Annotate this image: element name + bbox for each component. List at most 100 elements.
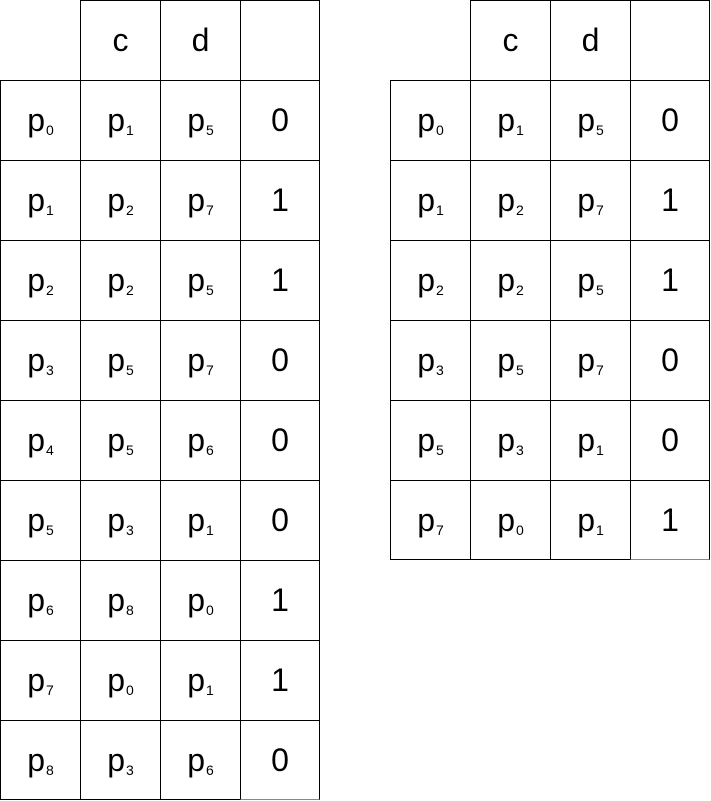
- state-subscript: 2: [126, 282, 134, 298]
- transition-cell-d: p6: [160, 720, 240, 800]
- state-symbol: p: [577, 262, 595, 298]
- dfa-table-original: c d p0 p1 p5 0 p1 p2 p7 1 p2 p2 p5 1 p3 p5 p7 0 p4 p5 p6 0 p5 p…: [0, 0, 320, 800]
- state-symbol: p: [187, 182, 205, 218]
- state-symbol: p: [107, 502, 125, 538]
- state-cell: p3: [0, 320, 80, 400]
- state-cell: p7: [390, 480, 470, 560]
- accept-flag-cell: 1: [240, 560, 320, 640]
- state-symbol: p: [497, 102, 515, 138]
- state-subscript: 2: [46, 282, 54, 298]
- state-symbol: p: [417, 501, 435, 538]
- transition-cell-d: p6: [160, 400, 240, 480]
- state-symbol: p: [417, 422, 435, 458]
- state-subscript: 0: [46, 122, 54, 138]
- state-cell: p7: [0, 640, 80, 720]
- accept-flag-cell: 0: [240, 720, 320, 800]
- state-symbol: p: [27, 502, 45, 538]
- state-subscript: 1: [516, 122, 524, 138]
- state-subscript: 0: [206, 602, 214, 618]
- accept-flag-cell: 1: [240, 640, 320, 720]
- state-subscript: 2: [436, 282, 444, 298]
- state-subscript: 5: [126, 362, 134, 378]
- table-row: p3 p5 p7 0: [390, 320, 710, 400]
- transition-cell-c: p3: [470, 400, 550, 480]
- state-subscript: 3: [46, 362, 54, 378]
- state-symbol: p: [417, 102, 435, 138]
- state-symbol: p: [107, 422, 125, 458]
- state-subscript: 8: [126, 602, 134, 618]
- state-subscript: 4: [46, 442, 54, 458]
- table-row: p7 p0 p1 1: [390, 480, 710, 560]
- state-subscript: 0: [436, 122, 444, 138]
- state-subscript: 5: [206, 282, 214, 298]
- transition-cell-c: p5: [470, 320, 550, 400]
- accept-flag-cell: 1: [240, 240, 320, 320]
- accept-flag-cell: 0: [240, 480, 320, 560]
- state-symbol: p: [107, 741, 125, 778]
- corner-cell: [0, 0, 80, 80]
- state-symbol: p: [187, 662, 205, 698]
- transition-cell-d: p0: [160, 560, 240, 640]
- state-symbol: p: [417, 182, 435, 218]
- transition-cell-d: p7: [160, 320, 240, 400]
- state-symbol: p: [27, 182, 45, 218]
- column-header-c: c: [470, 0, 550, 80]
- transition-cell-c: p3: [80, 720, 160, 800]
- accept-flag-cell: 1: [630, 480, 710, 560]
- state-symbol: p: [417, 342, 435, 378]
- state-symbol: p: [107, 182, 125, 218]
- state-symbol: p: [27, 102, 45, 138]
- column-header-d: d: [160, 0, 240, 80]
- accept-flag-cell: 1: [630, 160, 710, 240]
- transition-cell-d: p5: [550, 240, 630, 320]
- state-subscript: 6: [206, 442, 214, 458]
- state-symbol: p: [107, 342, 125, 378]
- accept-flag-cell: 0: [240, 400, 320, 480]
- state-subscript: 2: [516, 282, 524, 298]
- state-subscript: 5: [46, 522, 54, 538]
- state-cell: p1: [390, 160, 470, 240]
- table-row: p6 p8 p0 1: [0, 560, 320, 640]
- state-subscript: 6: [46, 602, 54, 618]
- transition-cell-c: p0: [80, 640, 160, 720]
- state-subscript: 7: [596, 202, 604, 218]
- state-symbol: p: [107, 662, 125, 698]
- table-row: p2 p2 p5 1: [390, 240, 710, 320]
- table-row: p1 p2 p7 1: [390, 160, 710, 240]
- state-symbol: p: [417, 262, 435, 298]
- accept-flag-cell: 0: [240, 80, 320, 160]
- state-subscript: 5: [206, 122, 214, 138]
- state-symbol: p: [577, 422, 595, 458]
- state-subscript: 5: [596, 282, 604, 298]
- transition-cell-c: p5: [80, 320, 160, 400]
- state-symbol: p: [577, 182, 595, 218]
- table-row: p5 p3 p1 0: [390, 400, 710, 480]
- transition-cell-d: p7: [160, 160, 240, 240]
- transition-cell-c: p2: [80, 160, 160, 240]
- state-subscript: 1: [46, 202, 54, 218]
- state-subscript: 8: [46, 761, 54, 778]
- state-subscript: 7: [436, 521, 444, 538]
- state-subscript: 3: [126, 761, 134, 778]
- transition-cell-c: p3: [80, 480, 160, 560]
- corner-cell: [390, 0, 470, 80]
- transition-cell-d: p1: [160, 640, 240, 720]
- state-symbol: p: [577, 501, 595, 538]
- transition-cell-c: p8: [80, 560, 160, 640]
- state-symbol: p: [187, 342, 205, 378]
- state-symbol: p: [497, 422, 515, 458]
- state-symbol: p: [187, 262, 205, 298]
- table-row: p3 p5 p7 0: [0, 320, 320, 400]
- flag-column-header: [240, 0, 320, 80]
- state-subscript: 1: [126, 122, 134, 138]
- state-subscript: 3: [436, 362, 444, 378]
- transition-cell-c: p5: [80, 400, 160, 480]
- table-row: p1 p2 p7 1: [0, 160, 320, 240]
- state-cell: p5: [0, 480, 80, 560]
- transition-cell-d: p1: [550, 400, 630, 480]
- transition-cell-d: p5: [550, 80, 630, 160]
- state-subscript: 1: [596, 521, 604, 538]
- state-cell: p3: [390, 320, 470, 400]
- state-cell: p2: [390, 240, 470, 320]
- column-header-c: c: [80, 0, 160, 80]
